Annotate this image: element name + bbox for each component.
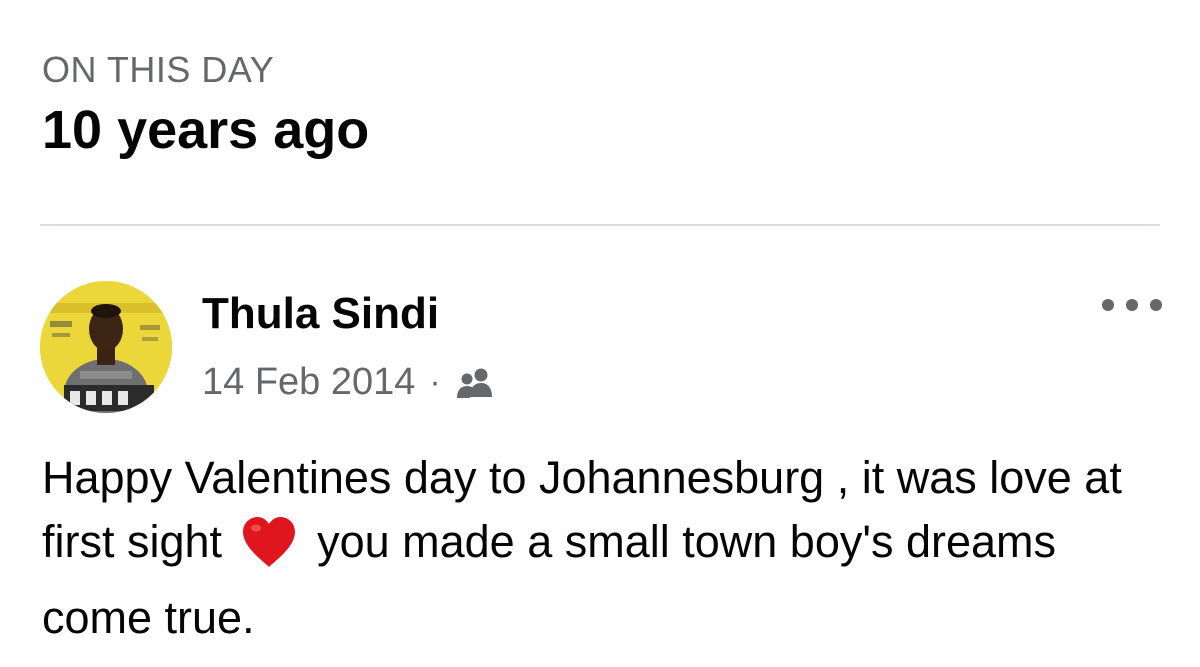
avatar-photo bbox=[40, 281, 172, 413]
friends-icon[interactable] bbox=[455, 367, 495, 401]
author-name[interactable]: Thula Sindi bbox=[202, 286, 439, 342]
more-options-icon-dot bbox=[1150, 299, 1162, 311]
more-options-icon-dot bbox=[1102, 299, 1114, 311]
more-options-icon-dot bbox=[1126, 299, 1138, 311]
post-text: Happy Valentines day to Johannesburg , i… bbox=[42, 446, 1162, 650]
divider bbox=[40, 224, 1160, 226]
post-meta: 14 Feb 2014 · bbox=[202, 358, 495, 406]
memory-header: ON THIS DAY 10 years ago bbox=[42, 48, 369, 162]
post-date[interactable]: 14 Feb 2014 bbox=[202, 358, 415, 406]
avatar[interactable] bbox=[40, 281, 172, 413]
section-label: ON THIS DAY bbox=[42, 49, 275, 90]
years-ago-title: 10 years ago bbox=[42, 100, 370, 160]
heart-emoji-icon bbox=[241, 515, 297, 586]
more-options-button[interactable] bbox=[1102, 290, 1162, 320]
meta-separator: · bbox=[429, 363, 441, 401]
